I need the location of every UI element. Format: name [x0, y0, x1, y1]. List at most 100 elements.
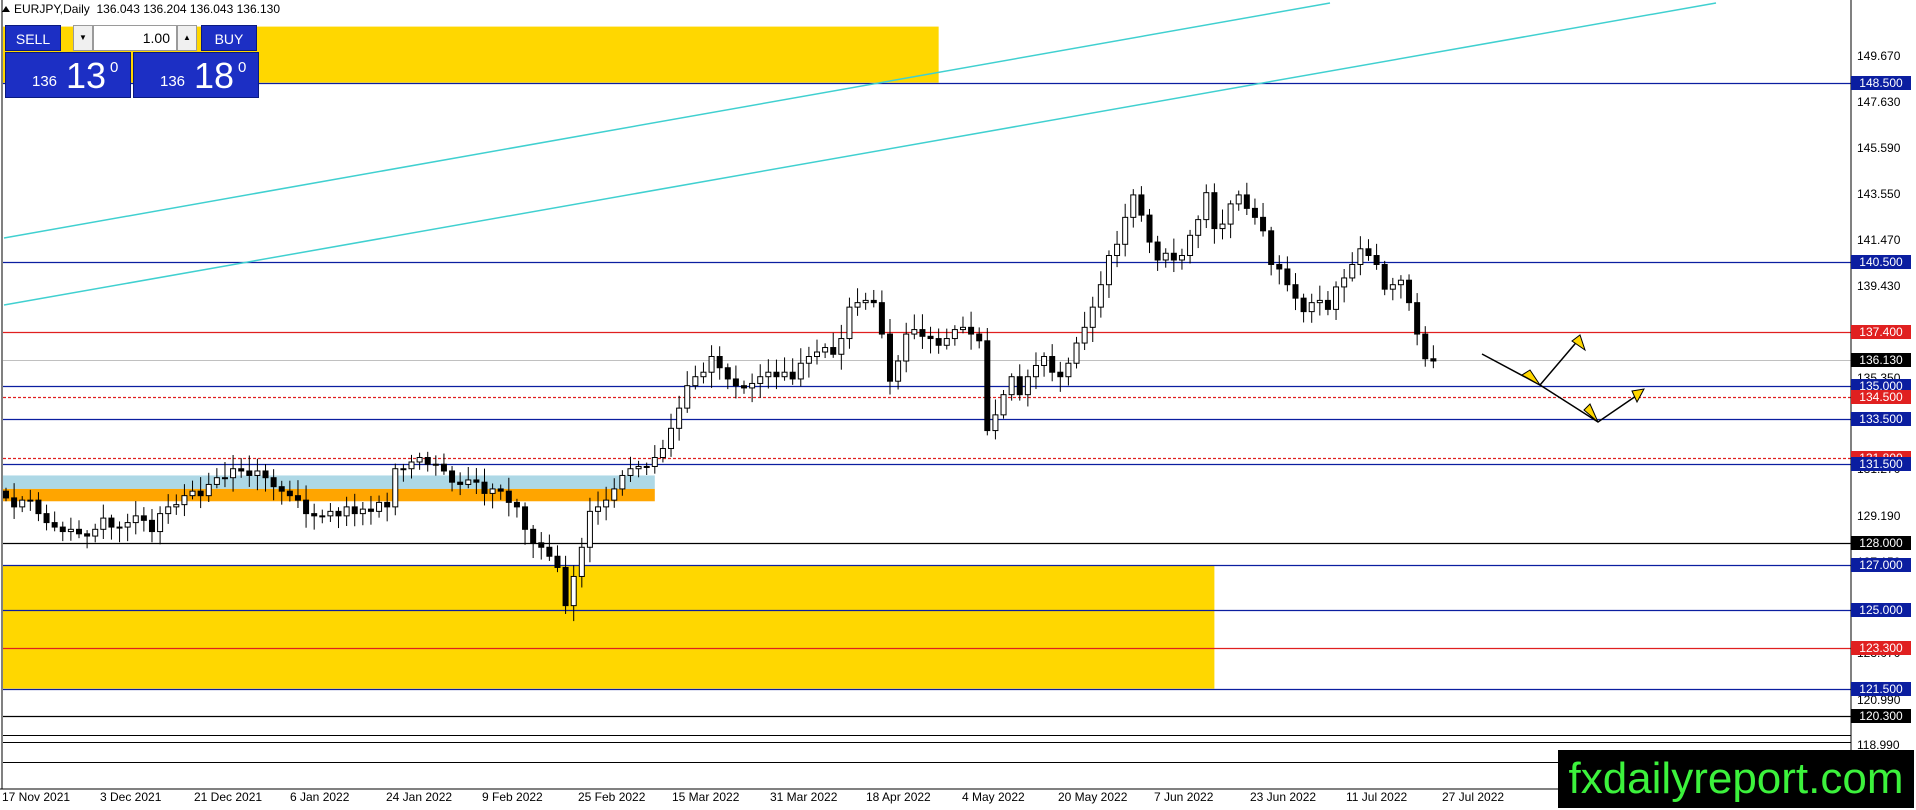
- time-axis-label: 11 Jul 2022: [1346, 790, 1408, 804]
- candle-bear: [741, 385, 748, 389]
- zone-bottom-yellow: [3, 565, 1215, 689]
- candle-bull: [668, 427, 675, 450]
- candle-bull: [124, 522, 131, 528]
- candle-bull: [651, 457, 658, 467]
- candle-bear: [43, 513, 50, 524]
- lot-increase-button[interactable]: ▲: [177, 25, 197, 51]
- triangle-down-icon: ▼: [79, 33, 87, 42]
- price-chart[interactable]: [0, 0, 1916, 810]
- candle-bull: [846, 306, 853, 340]
- candle-bear: [984, 340, 991, 432]
- candle-bull: [903, 333, 910, 362]
- buy-quote[interactable]: 136 18 0: [133, 52, 259, 98]
- candle-bear: [724, 367, 731, 380]
- lot-size-input[interactable]: [93, 25, 177, 51]
- buy-quote-prefix: 136: [160, 73, 186, 90]
- symbol-timeframe: EURJPY,Daily: [14, 2, 90, 16]
- candle-bull: [116, 526, 123, 529]
- price-tag: 134.500: [1851, 389, 1911, 404]
- collapse-triangle-icon[interactable]: [2, 6, 10, 12]
- candle-bull: [692, 376, 699, 387]
- candle-bull: [586, 510, 593, 548]
- candle-bear: [530, 528, 537, 544]
- candle-bull: [643, 465, 650, 468]
- lot-decrease-button[interactable]: ▼: [73, 25, 93, 51]
- time-axis-label: 17 Nov 2021: [2, 790, 71, 804]
- candle-bear: [554, 555, 561, 568]
- zone-light-blue: [3, 475, 655, 489]
- candle-bear: [1243, 194, 1250, 209]
- candle-bear: [11, 497, 18, 508]
- candle-bull: [619, 474, 626, 490]
- price-tick-label: 143.550: [1857, 186, 1901, 201]
- candle-bull: [570, 575, 577, 607]
- candle-bull: [1081, 326, 1088, 344]
- candle-bull: [781, 371, 788, 378]
- candle-bull: [1073, 342, 1080, 364]
- sell-quote[interactable]: 136 13 0: [5, 52, 131, 98]
- candles-layer: [3, 182, 1437, 622]
- projection-arrows: [1481, 334, 1645, 423]
- candle-bull: [1397, 279, 1404, 286]
- candle-bull: [627, 468, 634, 476]
- candle-bear: [473, 479, 480, 483]
- candle-bear: [1422, 333, 1429, 360]
- candle-bear: [270, 477, 277, 488]
- candle-bull: [895, 360, 902, 382]
- candle-bull: [1122, 216, 1129, 245]
- one-click-trading-panel: SELL ▼ ▲ BUY 136 13 0 136 18 0: [5, 24, 259, 98]
- candle-bear: [505, 490, 512, 503]
- candle-bull: [359, 508, 366, 515]
- candle-bull: [230, 468, 237, 479]
- candle-bear: [935, 338, 942, 346]
- candle-bull: [1219, 223, 1226, 230]
- candle-bull: [814, 351, 820, 358]
- chart-window[interactable]: EURJPY,Daily 136.043 136.204 136.043 136…: [0, 0, 1916, 810]
- candle-bull: [67, 528, 74, 533]
- candle-bear: [351, 506, 358, 515]
- time-axis-label: 27 Jul 2022: [1442, 790, 1505, 804]
- candle-bull: [327, 510, 334, 517]
- buy-button[interactable]: BUY: [201, 25, 257, 51]
- time-axis-label: 6 Jan 2022: [290, 790, 350, 804]
- candle-bull: [465, 479, 472, 485]
- candle-bear: [513, 501, 520, 508]
- candle-bull: [992, 414, 999, 432]
- candle-bull: [684, 385, 691, 409]
- candle-bull: [1105, 255, 1112, 286]
- candle-bull: [1065, 362, 1072, 378]
- candle-bull: [1316, 299, 1323, 304]
- candle-bull: [1097, 284, 1104, 308]
- time-axis-label: 9 Feb 2022: [482, 790, 543, 804]
- candle-bull: [603, 499, 610, 508]
- candle-bear: [538, 542, 545, 548]
- price-tag: 137.400: [1851, 324, 1911, 339]
- price-tag: 148.500: [1851, 75, 1911, 90]
- candle-bull: [343, 506, 350, 517]
- candle-bull: [1341, 277, 1348, 288]
- candle-bear: [522, 506, 529, 530]
- price-tag: 128.000: [1851, 535, 1911, 550]
- candle-bull: [1349, 263, 1356, 279]
- candle-bear: [968, 326, 975, 335]
- price-tag: 120.300: [1851, 708, 1911, 723]
- zones-layer: [3, 26, 1215, 689]
- candle-bull: [1024, 376, 1031, 396]
- time-axis-label: 18 Apr 2022: [866, 790, 931, 804]
- candle-bear: [1414, 302, 1421, 335]
- candle-bear: [1016, 376, 1023, 396]
- candle-bull: [1130, 194, 1137, 218]
- candle-bear: [732, 378, 739, 387]
- buy-quote-big: 18: [194, 55, 235, 96]
- candle-bear: [1373, 255, 1380, 265]
- candle-bear: [886, 333, 893, 382]
- candle-bear: [286, 490, 293, 497]
- candle-bear: [197, 490, 204, 497]
- sell-button[interactable]: SELL: [5, 25, 61, 51]
- arrow-head-b: [1571, 334, 1586, 352]
- candle-bear: [294, 495, 301, 501]
- candle-bear: [789, 371, 796, 380]
- candle-bull: [911, 329, 918, 335]
- candle-bull: [1308, 302, 1315, 313]
- price-tag: 123.300: [1851, 641, 1911, 656]
